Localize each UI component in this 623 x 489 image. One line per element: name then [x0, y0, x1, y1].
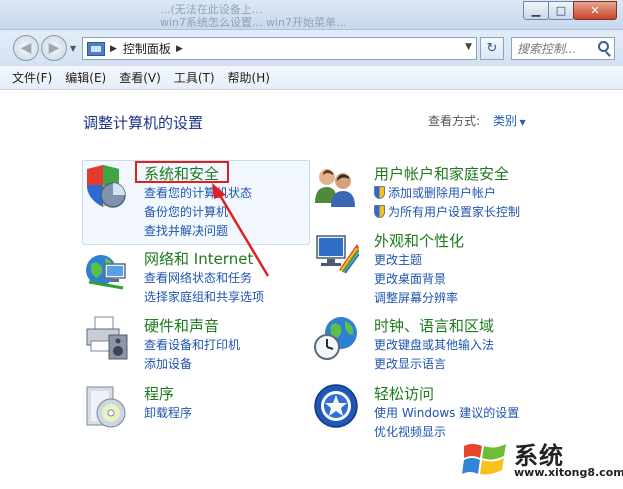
back-arrow-icon: ◀ [20, 40, 32, 56]
page-title: 调整计算机的设置 [83, 114, 204, 132]
category-title[interactable]: 程序 [144, 383, 174, 404]
control-panel-icon [87, 41, 105, 56]
category-link[interactable]: 为所有用户设置家长控制 [374, 203, 520, 220]
recent-pages-dropdown[interactable]: ▼ [70, 44, 76, 53]
category-title[interactable]: 时钟、语言和区域 [374, 315, 494, 336]
breadcrumb-separator-icon[interactable]: ▶ [176, 44, 183, 54]
menu-view[interactable]: 查看(V) [119, 69, 161, 86]
category-programs: 程序 卸载程序 [83, 383, 313, 433]
category-link[interactable]: 更改主题 [374, 251, 422, 268]
category-title[interactable]: 网络和 Internet [144, 248, 253, 269]
category-clock-language-region: 时钟、语言和区域 更改键盘或其他输入法 更改显示语言 [313, 315, 543, 375]
watermark-logo: 系统 www.xitong8.com [462, 434, 623, 484]
maximize-button[interactable]: □ [548, 1, 574, 20]
breadcrumb-control-panel[interactable]: 控制面板 [123, 40, 171, 57]
category-link[interactable]: 更改桌面背景 [374, 270, 446, 287]
link-text: 为所有用户设置家长控制 [388, 205, 521, 219]
view-by-dropdown[interactable]: 类别 [493, 112, 526, 129]
annotation-highlight-box [135, 161, 229, 183]
minimize-button[interactable]: ▁ [523, 1, 549, 20]
category-link[interactable]: 卸载程序 [144, 404, 192, 421]
address-history-dropdown-icon[interactable]: ▼ [465, 42, 472, 52]
menu-edit[interactable]: 编辑(E) [65, 69, 106, 86]
watermark-url: www.xitong8.com [514, 466, 623, 479]
category-link[interactable]: 添加设备 [144, 355, 192, 372]
title-bar: ...(无法在此设备上... win7系统怎么设置... win7开始菜单...… [0, 0, 623, 30]
forward-button[interactable]: ▶ [41, 35, 67, 61]
back-button[interactable]: ◀ [13, 35, 39, 61]
menu-bar: 文件(F) 编辑(E) 查看(V) 工具(T) 帮助(H) [0, 66, 623, 90]
category-network-internet: 网络和 Internet 查看网络状态和任务 选择家庭组和共享选项 [83, 248, 313, 308]
menu-help[interactable]: 帮助(H) [228, 69, 270, 86]
navigation-bar: ◀ ▶ ▼ ▶ 控制面板 ▶ ▼ ↻ [0, 30, 623, 66]
clock-globe-icon [314, 317, 357, 360]
category-link[interactable]: 优化视频显示 [374, 423, 446, 440]
category-user-accounts: 用户帐户和家庭安全 添加或删除用户帐户 为所有用户设置家长控制 [313, 163, 543, 223]
category-hardware-sound: 硬件和声音 查看设备和打印机 添加设备 [83, 315, 313, 375]
printer-icon [86, 316, 128, 360]
uac-shield-icon [374, 205, 385, 218]
window-controls: ▁ □ ✕ [523, 1, 617, 20]
refresh-button[interactable]: ↻ [480, 37, 504, 60]
category-link[interactable]: 备份您的计算机 [144, 203, 228, 220]
link-text: 添加或删除用户帐户 [388, 186, 497, 200]
menu-tools[interactable]: 工具(T) [174, 69, 215, 86]
windows-flag-icon [462, 444, 506, 475]
category-link[interactable]: 查找并解决问题 [144, 222, 228, 239]
monitor-palette-icon [316, 235, 359, 274]
control-panel-content: 调整计算机的设置 查看方式: 类别 系统和安全 查看您的计算机状态 备份您的计算… [0, 91, 623, 489]
search-icon[interactable] [598, 41, 609, 52]
network-globe-icon [86, 255, 126, 290]
category-link[interactable]: 使用 Windows 建议的设置 [374, 404, 519, 421]
ease-of-access-icon [314, 384, 358, 428]
category-title[interactable]: 外观和个性化 [374, 230, 464, 251]
users-icon [315, 169, 355, 207]
forward-arrow-icon: ▶ [48, 40, 60, 56]
category-title[interactable]: 硬件和声音 [144, 315, 219, 336]
background-window-text: win7系统怎么设置... win7开始菜单... [160, 16, 347, 29]
category-appearance: 外观和个性化 更改主题 更改桌面背景 调整屏幕分辨率 [313, 230, 543, 305]
programs-disc-icon [86, 386, 126, 428]
category-link[interactable]: 添加或删除用户帐户 [374, 184, 496, 201]
shield-pie-icon [87, 165, 126, 208]
breadcrumb-separator-icon[interactable]: ▶ [110, 44, 117, 54]
category-link[interactable]: 更改键盘或其他输入法 [374, 336, 494, 353]
category-link[interactable]: 选择家庭组和共享选项 [144, 288, 264, 305]
category-link[interactable]: 查看您的计算机状态 [144, 184, 252, 201]
search-input[interactable] [517, 41, 597, 56]
category-link[interactable]: 调整屏幕分辨率 [374, 289, 458, 306]
search-box[interactable] [511, 37, 615, 60]
uac-shield-icon [374, 186, 385, 199]
category-link[interactable]: 更改显示语言 [374, 355, 446, 372]
view-by-label: 查看方式: [428, 114, 481, 128]
address-bar[interactable]: ▶ 控制面板 ▶ ▼ [82, 37, 477, 60]
category-link[interactable]: 查看网络状态和任务 [144, 269, 252, 286]
menu-file[interactable]: 文件(F) [12, 69, 52, 86]
category-link[interactable]: 查看设备和打印机 [144, 336, 240, 353]
category-title[interactable]: 用户帐户和家庭安全 [374, 163, 509, 184]
category-title[interactable]: 轻松访问 [374, 383, 434, 404]
close-button[interactable]: ✕ [573, 1, 617, 20]
refresh-icon: ↻ [486, 41, 498, 56]
